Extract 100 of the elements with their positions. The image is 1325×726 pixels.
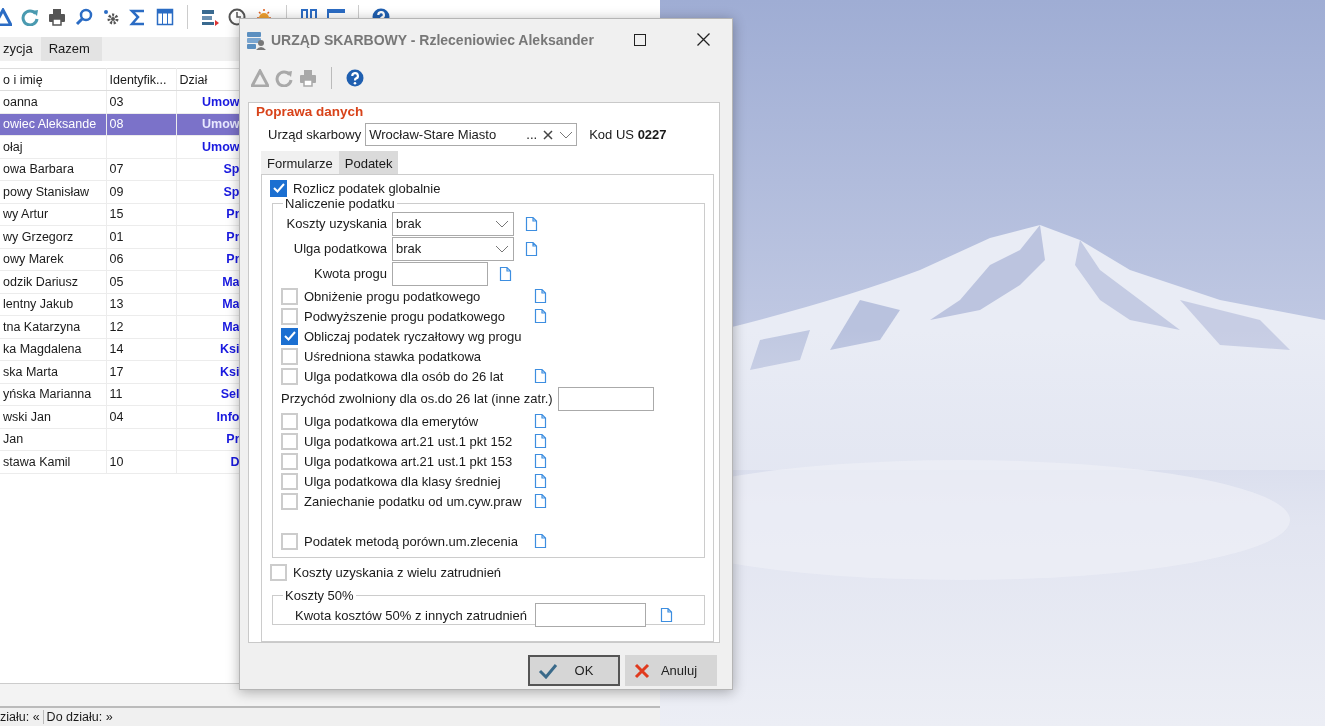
input-field[interactable] bbox=[392, 261, 488, 286]
checkbox[interactable] bbox=[270, 179, 287, 197]
document-icon[interactable] bbox=[525, 215, 538, 232]
office-combo-field[interactable]: Wrocław-Stare Miasto ... bbox=[365, 123, 578, 146]
maximize-icon bbox=[634, 33, 646, 46]
tab[interactable]: Razem bbox=[40, 37, 102, 61]
input-field[interactable] bbox=[557, 386, 654, 411]
document-icon[interactable] bbox=[534, 453, 547, 469]
table-cell: 11 bbox=[109, 387, 123, 402]
table-cell: 08 bbox=[109, 117, 124, 132]
checkbox-label: Koszty uzyskania z wielu zatrudnień bbox=[293, 564, 502, 580]
table-row[interactable]: owiec Aleksande 08 Umow bbox=[0, 113, 240, 136]
document-icon[interactable] bbox=[499, 265, 512, 282]
checkbox-label: Obliczaj podatek ryczałtowy wg progu bbox=[304, 328, 522, 344]
column-header[interactable]: o i imię bbox=[0, 68, 106, 91]
checkbox-label: Ulga podatkowa dla emerytów bbox=[304, 413, 480, 429]
check-icon bbox=[538, 662, 558, 679]
refresh-icon[interactable] bbox=[275, 69, 293, 87]
table-cell: Umow bbox=[202, 94, 240, 109]
table-cell: odzik Dariusz bbox=[3, 274, 79, 289]
document-icon[interactable] bbox=[659, 607, 673, 623]
document-icon[interactable] bbox=[534, 533, 547, 549]
checkbox-label: Podwyższenie progu podatkowego bbox=[304, 308, 506, 324]
table-icon[interactable] bbox=[156, 8, 174, 26]
table-cell: Pr bbox=[226, 432, 240, 447]
table-cell: oanna bbox=[3, 94, 38, 109]
table-cell: Ksi bbox=[220, 342, 240, 357]
tab[interactable]: Formularze bbox=[261, 151, 339, 174]
dropdown[interactable]: brak bbox=[392, 211, 514, 236]
field-label: Urząd skarbowy bbox=[268, 127, 362, 142]
table-cell: Info bbox=[216, 409, 240, 424]
checkbox-label: Ulga podatkowa art.21 ust.1 pkt 152 bbox=[304, 433, 514, 449]
status-text: Do działu: » bbox=[42, 710, 116, 724]
table-cell: Umow bbox=[202, 117, 240, 132]
status-text: ziału: « bbox=[0, 710, 41, 724]
chevron-down-icon bbox=[495, 219, 509, 228]
list-icon[interactable] bbox=[201, 8, 219, 26]
cancel-button[interactable]: Anuluj bbox=[625, 655, 717, 686]
office-code: Kod US 0227 bbox=[589, 127, 667, 142]
table-cell: 14 bbox=[109, 342, 124, 357]
gear-icon[interactable] bbox=[102, 8, 120, 26]
table-cell: 12 bbox=[109, 319, 124, 334]
tab[interactable]: zycja bbox=[0, 37, 41, 61]
field-label: Kwota progu bbox=[313, 266, 387, 281]
table-cell: 04 bbox=[109, 409, 124, 424]
table-cell: 13 bbox=[109, 297, 124, 312]
checkbox-label: Podatek metodą porówn.um.zlecenia bbox=[304, 533, 519, 549]
refresh-icon[interactable] bbox=[21, 8, 39, 26]
check-icon bbox=[272, 183, 285, 193]
checkbox[interactable] bbox=[281, 327, 298, 345]
chevron-down-icon bbox=[495, 244, 509, 253]
table-cell: Ma bbox=[222, 319, 240, 334]
document-icon[interactable] bbox=[534, 288, 547, 304]
table-cell: Sel bbox=[220, 387, 240, 402]
table-cell: 15 bbox=[109, 207, 124, 222]
app-icon bbox=[246, 29, 266, 50]
close-icon bbox=[634, 662, 650, 679]
table-cell: wski Jan bbox=[3, 409, 51, 424]
group-title: Naliczenie podatku bbox=[284, 196, 396, 211]
printer-icon[interactable] bbox=[48, 8, 66, 26]
checkbox-label: Ulga podatkowa dla klasy średniej bbox=[304, 473, 502, 489]
table-cell: yńska Marianna bbox=[3, 387, 92, 402]
group-title: Koszty 50% bbox=[284, 588, 355, 603]
table-cell: ołaj bbox=[3, 139, 23, 154]
table-cell: Ma bbox=[222, 274, 240, 289]
table-cell: owy Marek bbox=[3, 252, 64, 267]
document-icon[interactable] bbox=[534, 308, 547, 324]
search-icon[interactable] bbox=[75, 8, 93, 26]
field-label: Ulga podatkowa bbox=[292, 241, 387, 256]
table-cell: ska Marta bbox=[3, 364, 58, 379]
input-field[interactable] bbox=[534, 603, 646, 627]
field-label: Koszty uzyskania bbox=[285, 216, 387, 231]
table-cell: wy Grzegorz bbox=[3, 229, 74, 244]
table-cell: 01 bbox=[109, 229, 124, 244]
tab[interactable]: Podatek bbox=[338, 151, 399, 174]
table-cell: Sp bbox=[223, 184, 240, 199]
table-cell: Pr bbox=[226, 207, 240, 222]
checkbox-label: Ulga podatkowa dla osób do 26 lat bbox=[304, 368, 505, 384]
section-title: Poprawa danych bbox=[256, 104, 365, 119]
table-cell: 09 bbox=[109, 184, 124, 199]
table-cell: ka Magdalena bbox=[3, 342, 82, 357]
table-cell: 05 bbox=[109, 274, 124, 289]
table-cell: stawa Kamil bbox=[3, 454, 71, 469]
table-cell: tna Katarzyna bbox=[3, 319, 81, 334]
ok-button[interactable]: OK bbox=[528, 655, 620, 686]
document-icon[interactable] bbox=[525, 240, 538, 257]
dropdown[interactable]: brak bbox=[392, 236, 514, 261]
sigma-icon[interactable] bbox=[129, 8, 147, 26]
close-icon bbox=[696, 33, 710, 46]
document-icon[interactable] bbox=[534, 413, 547, 429]
window-title: URZĄD SKARBOWY - Rzleceniowiec Aleksander bbox=[271, 31, 595, 48]
help-icon[interactable] bbox=[346, 69, 364, 87]
document-icon[interactable] bbox=[534, 493, 547, 509]
document-icon[interactable] bbox=[534, 473, 547, 489]
table-cell: owa Barbara bbox=[3, 162, 74, 177]
document-icon[interactable] bbox=[534, 368, 547, 384]
table-cell: lentny Jakub bbox=[3, 297, 74, 312]
document-icon[interactable] bbox=[534, 433, 547, 449]
chevron-down-icon bbox=[559, 130, 574, 139]
column-header[interactable]: Identyfik... bbox=[106, 68, 176, 91]
